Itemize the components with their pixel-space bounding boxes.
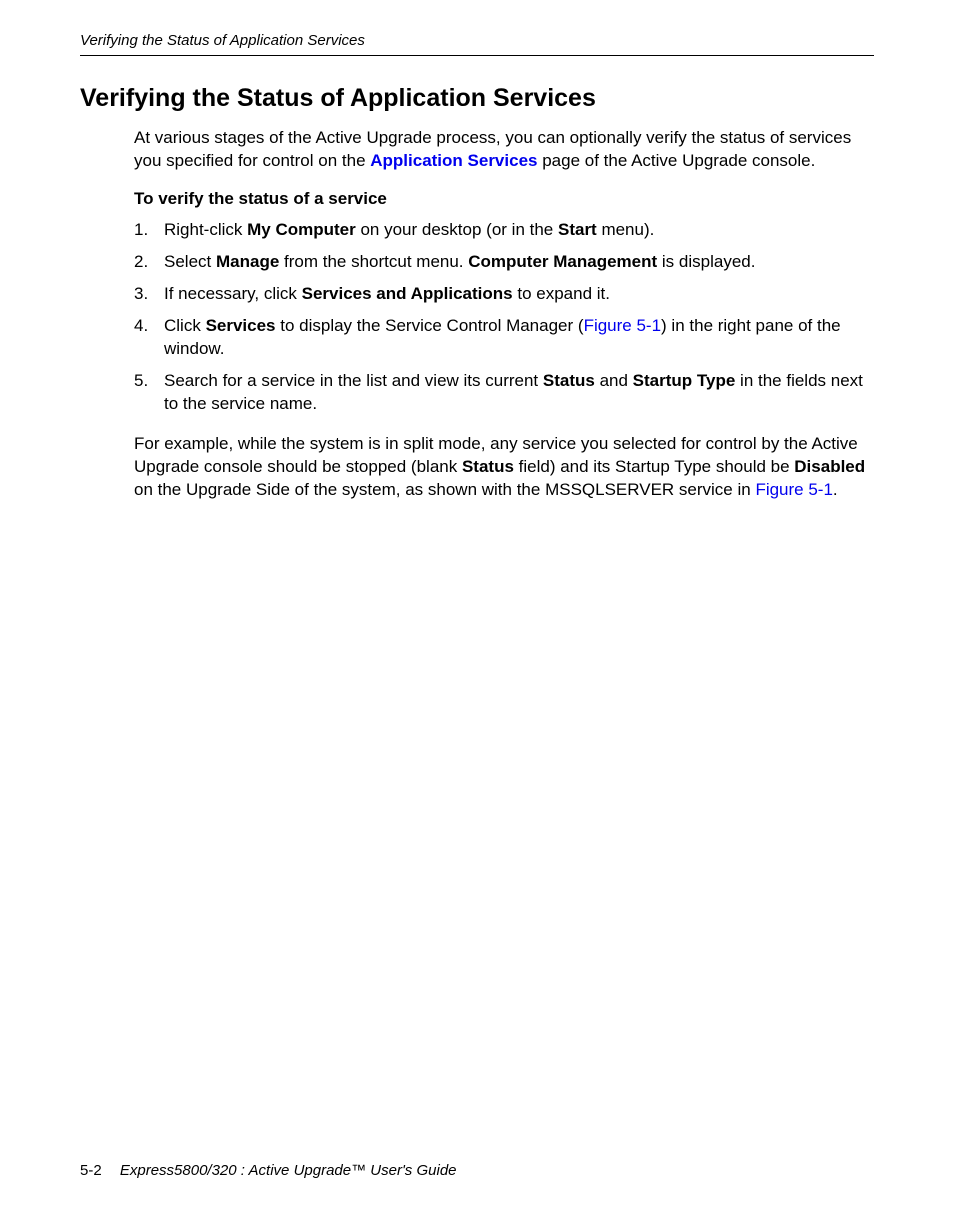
list-number: 2.	[134, 251, 164, 274]
list-item: 3. If necessary, click Services and Appl…	[134, 283, 874, 306]
bold-text: Manage	[216, 252, 279, 271]
procedure-list: 1. Right-click My Computer on your deskt…	[134, 219, 874, 416]
text: from the shortcut menu.	[279, 252, 468, 271]
intro-post: page of the Active Upgrade console.	[537, 151, 815, 170]
list-content: Search for a service in the list and vie…	[164, 370, 874, 416]
figure-link[interactable]: Figure 5-1	[755, 480, 832, 499]
figure-link[interactable]: Figure 5-1	[584, 316, 661, 335]
text: If necessary, click	[164, 284, 302, 303]
bold-text: Computer Management	[468, 252, 657, 271]
header-divider	[80, 55, 874, 56]
example-paragraph: For example, while the system is in spli…	[134, 433, 874, 502]
application-services-link[interactable]: Application Services	[370, 151, 537, 170]
bold-text: Services	[206, 316, 276, 335]
text: menu).	[597, 220, 655, 239]
list-item: 4. Click Services to display the Service…	[134, 315, 874, 361]
list-number: 5.	[134, 370, 164, 416]
list-number: 1.	[134, 219, 164, 242]
text: Search for a service in the list and vie…	[164, 371, 543, 390]
footer-title: Express5800/320 : Active Upgrade™ User's…	[120, 1162, 457, 1179]
list-content: If necessary, click Services and Applica…	[164, 283, 874, 306]
text: on your desktop (or in the	[356, 220, 558, 239]
text: Select	[164, 252, 216, 271]
list-item: 5. Search for a service in the list and …	[134, 370, 874, 416]
list-number: 3.	[134, 283, 164, 306]
text: on the Upgrade Side of the system, as sh…	[134, 480, 755, 499]
bold-text: Services and Applications	[302, 284, 513, 303]
text: Click	[164, 316, 206, 335]
text: to expand it.	[513, 284, 610, 303]
page-footer: 5-2 Express5800/320 : Active Upgrade™ Us…	[80, 1162, 457, 1179]
text: and	[595, 371, 633, 390]
text: field) and its Startup Type should be	[514, 457, 794, 476]
running-header: Verifying the Status of Application Serv…	[80, 32, 874, 49]
bold-text: Start	[558, 220, 597, 239]
document-page: Verifying the Status of Application Serv…	[0, 0, 954, 1227]
section-heading: Verifying the Status of Application Serv…	[80, 84, 874, 113]
text: is displayed.	[657, 252, 755, 271]
list-content: Select Manage from the shortcut menu. Co…	[164, 251, 874, 274]
list-content: Right-click My Computer on your desktop …	[164, 219, 874, 242]
list-number: 4.	[134, 315, 164, 361]
list-item: 2. Select Manage from the shortcut menu.…	[134, 251, 874, 274]
procedure-subheading: To verify the status of a service	[134, 189, 874, 209]
bold-text: Startup Type	[633, 371, 736, 390]
bold-text: My Computer	[247, 220, 356, 239]
list-content: Click Services to display the Service Co…	[164, 315, 874, 361]
bold-text: Status	[462, 457, 514, 476]
bold-text: Status	[543, 371, 595, 390]
bold-text: Disabled	[794, 457, 865, 476]
page-number: 5-2	[80, 1162, 102, 1179]
text: .	[833, 480, 838, 499]
list-item: 1. Right-click My Computer on your deskt…	[134, 219, 874, 242]
intro-paragraph: At various stages of the Active Upgrade …	[134, 127, 874, 173]
text: to display the Service Control Manager (	[276, 316, 584, 335]
text: Right-click	[164, 220, 247, 239]
body-content: At various stages of the Active Upgrade …	[134, 127, 874, 502]
